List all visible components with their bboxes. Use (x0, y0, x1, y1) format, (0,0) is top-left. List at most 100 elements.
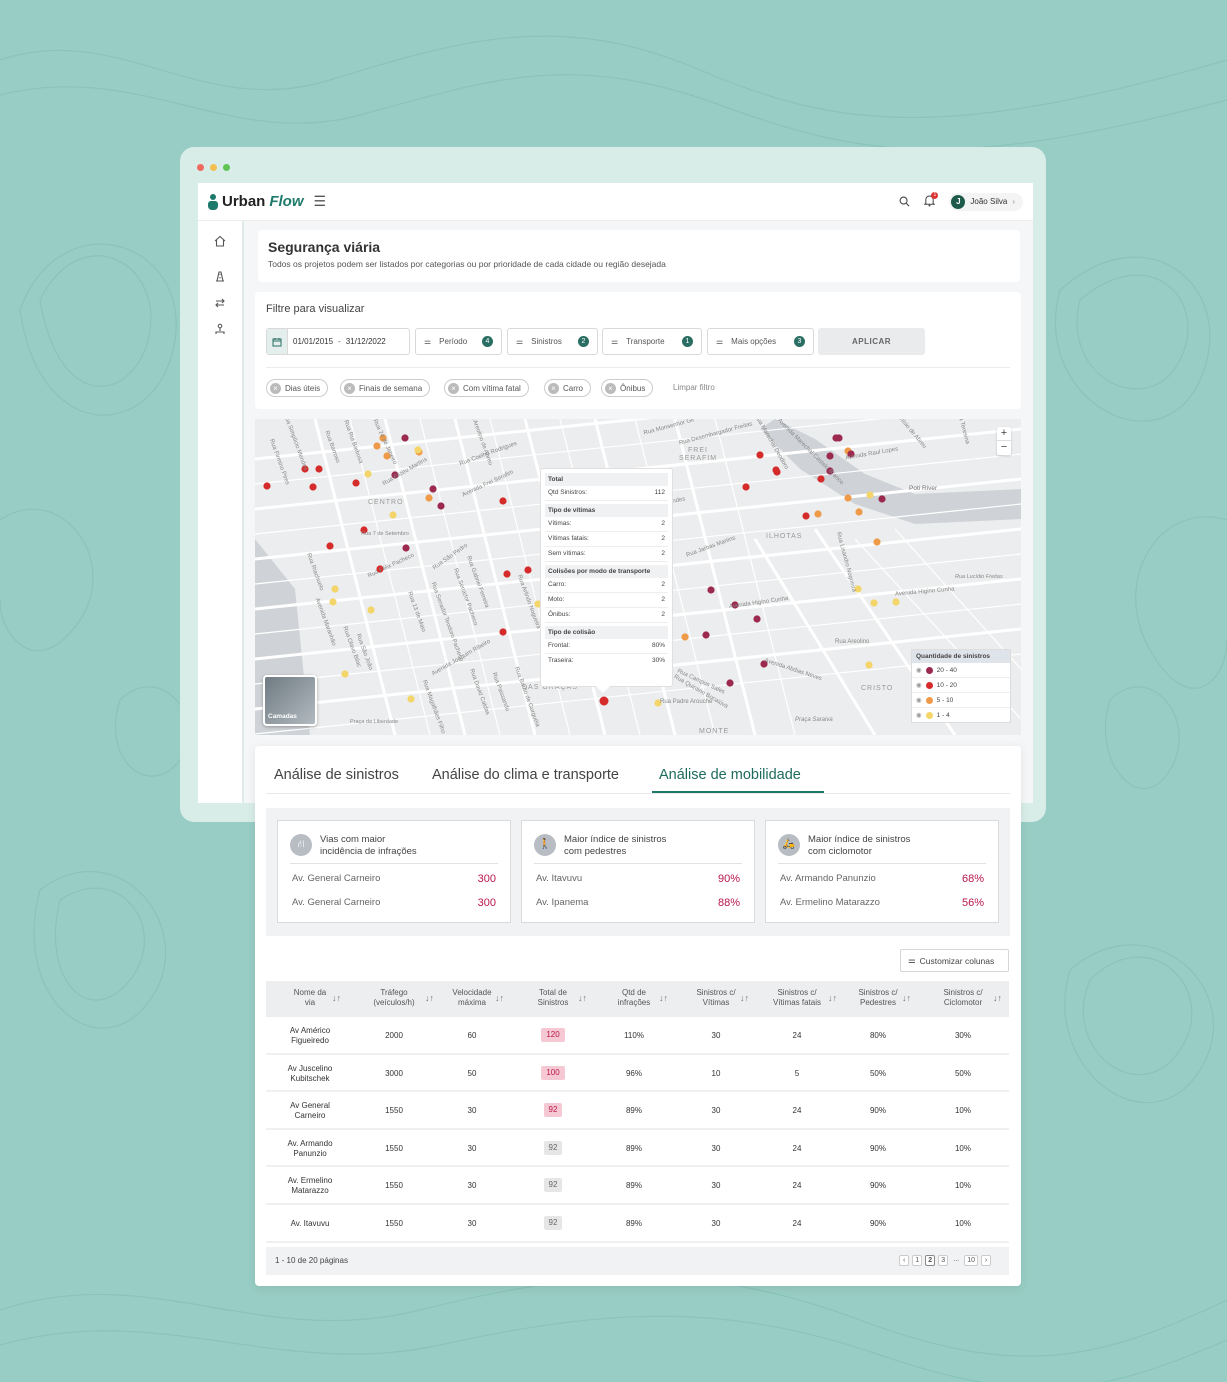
incident-marker[interactable] (326, 542, 334, 550)
remove-icon[interactable]: × (448, 382, 459, 394)
eye-icon[interactable]: ◉ (916, 666, 922, 674)
column-header[interactable]: Sinistros c/Ciclomotor (923, 988, 1003, 1008)
remove-icon[interactable]: × (270, 382, 281, 394)
eye-icon[interactable]: ◉ (916, 681, 922, 689)
incident-marker[interactable] (414, 446, 422, 454)
incident-marker[interactable] (503, 570, 511, 578)
incident-marker[interactable] (331, 585, 339, 593)
incident-marker[interactable] (429, 485, 437, 493)
sort-icon[interactable]: ↓↑ (659, 993, 668, 1003)
table-row[interactable]: Av. Ermelino Matarazzo 1550 30 92 89% 30 24 90% 1… (266, 1167, 1009, 1205)
incident-marker[interactable] (389, 511, 397, 519)
filter-periodo-button[interactable]: ⚌ Período 4 (415, 328, 502, 355)
chip-finais-de-semana[interactable]: × Finais de semana (340, 379, 431, 397)
chip-onibus[interactable]: × Ônibus (601, 379, 654, 397)
incident-marker[interactable] (364, 470, 372, 478)
zoom-in-button[interactable]: + (997, 427, 1011, 441)
sort-icon[interactable]: ↓↑ (495, 993, 504, 1003)
incident-marker[interactable] (309, 483, 317, 491)
incident-marker[interactable] (844, 494, 852, 502)
customize-columns-button[interactable]: ⚌ Customizar colunas (900, 949, 1009, 972)
incident-marker[interactable] (401, 434, 409, 442)
incident-marker[interactable] (341, 670, 349, 678)
incident-marker[interactable] (352, 479, 360, 487)
incident-marker[interactable] (599, 696, 609, 706)
incident-marker[interactable] (753, 615, 761, 623)
incident-marker[interactable] (315, 465, 323, 473)
incident-marker[interactable] (681, 633, 689, 641)
clear-filter-link[interactable]: Limpar filtro (673, 383, 715, 392)
eye-icon[interactable]: ◉ (916, 711, 922, 719)
incident-marker[interactable] (367, 606, 375, 614)
incident-marker[interactable] (802, 512, 810, 520)
sort-icon[interactable]: ↓↑ (578, 993, 587, 1003)
table-row[interactable]: Av. Itavuvu 1550 30 92 89% 30 24 90% 10% (266, 1205, 1009, 1243)
filter-transporte-button[interactable]: ⚌ Transporte 1 (602, 328, 702, 355)
tab-analise-mobilidade[interactable]: Análise de mobilidade (659, 767, 801, 783)
remove-icon[interactable]: × (344, 382, 355, 394)
incident-marker[interactable] (726, 679, 734, 687)
tab-analise-sinistros[interactable]: Análise de sinistros (274, 767, 399, 783)
incident-marker[interactable] (402, 544, 410, 552)
next-page-button[interactable]: › (981, 1255, 991, 1266)
incident-marker[interactable] (873, 538, 881, 546)
incident-marker[interactable] (817, 475, 825, 483)
tab-analise-clima-transporte[interactable]: Análise do clima e transporte (432, 767, 619, 783)
search-icon[interactable] (899, 196, 910, 207)
page-button[interactable]: 2 (925, 1255, 936, 1266)
page-button[interactable]: 1 (912, 1255, 923, 1266)
logo[interactable]: Urban Flow (208, 193, 304, 210)
legend-item[interactable]: ◉ 1 - 4 (912, 708, 1010, 722)
notifications-button[interactable]: 1 (924, 191, 939, 209)
incident-marker[interactable] (878, 495, 886, 503)
incident-marker[interactable] (437, 502, 445, 510)
page-button[interactable]: 10 (964, 1255, 978, 1266)
minimize-dot[interactable] (210, 164, 217, 171)
sort-icon[interactable]: ↓↑ (993, 993, 1002, 1003)
user-menu[interactable]: J João Silva › (949, 192, 1023, 211)
incident-marker[interactable] (425, 494, 433, 502)
road-icon[interactable] (213, 269, 227, 283)
zoom-out-button[interactable]: − (997, 441, 1011, 454)
incident-marker[interactable] (702, 631, 710, 639)
remove-icon[interactable]: × (605, 382, 616, 394)
swap-icon[interactable] (213, 296, 227, 310)
filter-mais-opcoes-button[interactable]: ⚌ Mais opções 3 (707, 328, 814, 355)
incident-marker[interactable] (870, 599, 878, 607)
incident-marker[interactable] (756, 451, 764, 459)
chip-carro[interactable]: × Carro (544, 379, 592, 397)
sort-icon[interactable]: ↓↑ (332, 993, 341, 1003)
incident-marker[interactable] (835, 434, 843, 442)
incident-marker[interactable] (707, 586, 715, 594)
incident-marker[interactable] (865, 661, 873, 669)
sort-icon[interactable]: ↓↑ (740, 993, 749, 1003)
legend-item[interactable]: ◉ 10 - 20 (912, 678, 1010, 693)
page-button[interactable]: 3 (938, 1255, 949, 1266)
incident-marker[interactable] (826, 452, 834, 460)
filter-sinistros-button[interactable]: ⚌ Sinistros 2 (507, 328, 598, 355)
legend-item[interactable]: ◉ 5 - 10 (912, 693, 1010, 708)
apply-button[interactable]: APLICAR (818, 328, 925, 355)
table-row[interactable]: Av Juscelino Kubitschek 3000 50 100 96% 10 5 50%… (266, 1055, 1009, 1093)
incident-marker[interactable] (866, 491, 874, 499)
sort-icon[interactable]: ↓↑ (902, 993, 911, 1003)
layers-button[interactable]: Camadas (263, 675, 317, 726)
table-row[interactable]: Av. Armando Panunzio 1550 30 92 89% 30 24 90% 10% (266, 1130, 1009, 1168)
chip-com-vitima-fatal[interactable]: × Com vítima fatal (444, 379, 529, 397)
incident-marker[interactable] (407, 695, 415, 703)
chip-dias-uteis[interactable]: × Dias úteis (266, 379, 329, 397)
remove-icon[interactable]: × (548, 382, 559, 394)
home-icon[interactable] (213, 234, 227, 248)
incident-marker[interactable] (499, 497, 507, 505)
column-header[interactable]: Sinistros c/Vítimas fatais (757, 988, 837, 1008)
incident-marker[interactable] (373, 442, 381, 450)
incident-marker[interactable] (814, 510, 822, 518)
network-icon[interactable] (213, 322, 227, 336)
eye-icon[interactable]: ◉ (916, 696, 922, 704)
incident-marker[interactable] (329, 598, 337, 606)
date-range-input[interactable]: 01/01/2015 - 31/12/2022 (266, 328, 410, 355)
legend-item[interactable]: ◉ 20 - 40 (912, 663, 1010, 678)
sort-icon[interactable]: ↓↑ (828, 993, 837, 1003)
incident-marker[interactable] (499, 628, 507, 636)
menu-icon[interactable]: ☰ (314, 193, 327, 210)
